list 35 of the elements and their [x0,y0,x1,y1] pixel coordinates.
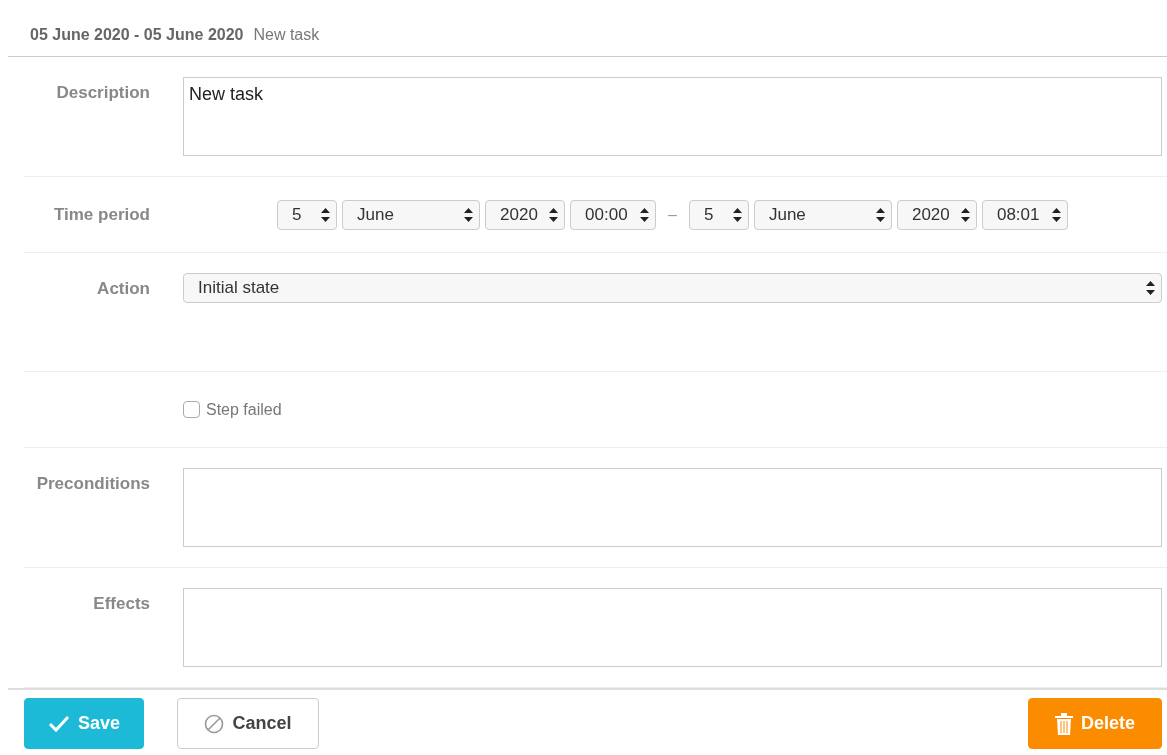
text-area[interactable] [183,588,1162,667]
updown-icon [464,207,474,222]
select-field[interactable]: June [342,199,481,230]
text-area[interactable]: New task [183,77,1162,156]
select-field[interactable]: 08:01 [981,199,1068,230]
trash-icon [1055,712,1073,735]
field-label: Preconditions [36,474,150,494]
updown-icon [960,207,970,222]
select-field[interactable]: 5 [277,199,338,230]
check-icon [47,714,70,733]
task-title: New task [253,26,320,44]
field-label: Time period [53,204,150,225]
field-label: Effects [93,594,150,614]
updown-icon [1146,281,1155,295]
cancel-button[interactable]: Cancel [177,698,319,749]
field-label: Action [97,279,150,299]
text-area[interactable] [183,468,1162,547]
select-field[interactable]: 2020 [485,199,566,230]
checkbox[interactable] [183,401,200,418]
date-range: 05 June 2020 - 05 June 2020 [30,26,244,44]
range-dash: – [668,205,677,224]
select-field[interactable]: June [753,199,892,230]
updown-icon [549,207,559,222]
prohibited-icon [204,713,225,734]
updown-icon [321,207,331,222]
updown-icon [640,207,650,222]
updown-icon [732,207,742,222]
select-field[interactable]: 00:00 [570,199,657,230]
select-field[interactable]: 2020 [896,199,977,230]
updown-icon [1051,207,1061,222]
field-label: Description [56,83,150,103]
checkbox-label: Step failed [206,400,282,419]
select-field[interactable]: 5 [688,199,749,230]
select-field[interactable]: Initial state [183,273,1162,303]
updown-icon [875,207,885,222]
